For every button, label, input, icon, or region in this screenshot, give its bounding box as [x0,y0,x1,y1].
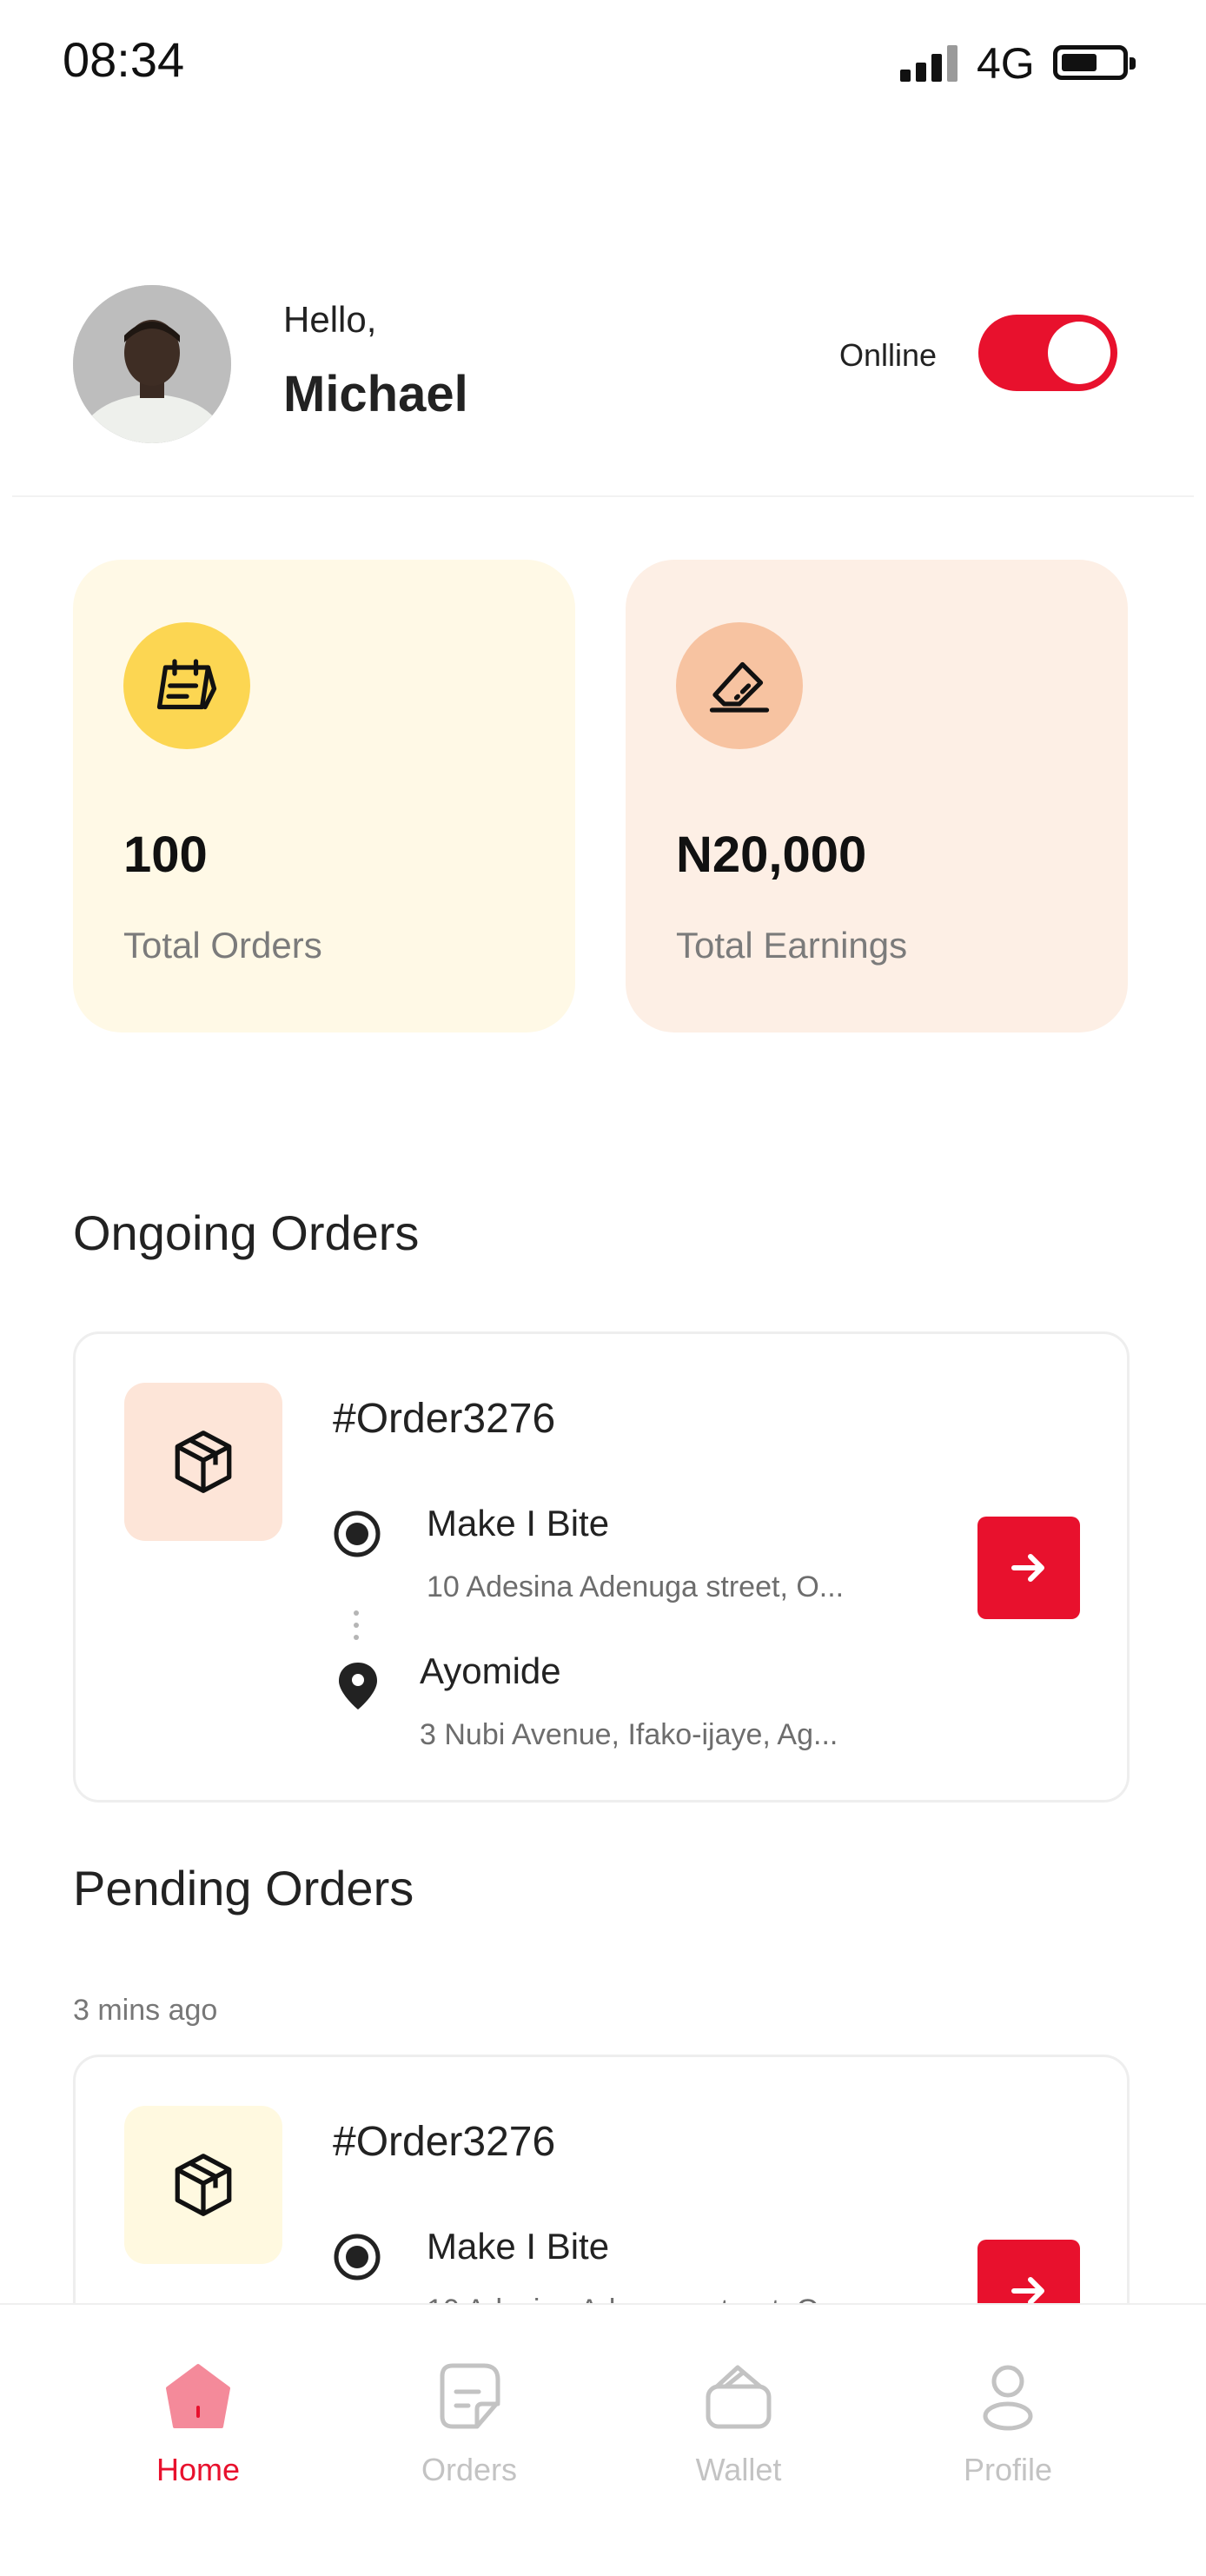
pickup-radio-icon [334,2234,381,2281]
greeting-text: Hello, [283,299,377,340]
total-earnings-value: N20,000 [676,827,867,883]
route-dots [354,1610,361,1647]
nav-orders[interactable]: Orders [382,2357,556,2488]
profile-icon [983,2365,1033,2431]
wallet-icon [706,2365,772,2429]
ongoing-orders-title: Ongoing Orders [73,1205,420,1260]
pickup-name: Make I Bite [427,2226,610,2267]
open-order-button[interactable] [977,1517,1080,1619]
bottom-nav: Home Orders Wallet Profile [0,2303,1206,2576]
network-label: 4G [977,39,1035,88]
location-pin-icon [339,1663,377,1710]
order-id: #Order3276 [333,2119,556,2165]
total-earnings-card[interactable]: N20,000 Total Earnings [626,560,1128,1032]
online-toggle[interactable] [978,315,1117,391]
total-orders-value: 100 [123,827,208,883]
nav-profile-label: Profile [963,2452,1053,2487]
package-icon [124,1383,282,1541]
calendar-note-icon [123,622,250,749]
user-name: Michael [283,366,468,422]
pickup-address: 10 Adesina Adenuga street, O... [427,1570,845,1603]
nav-wallet[interactable]: Wallet [652,2357,825,2488]
package-icon [124,2106,282,2264]
total-orders-card[interactable]: 100 Total Orders [73,560,575,1032]
home-icon [166,2364,230,2428]
total-orders-label: Total Orders [123,925,322,966]
nav-wallet-label: Wallet [695,2452,782,2487]
signal-icon [900,45,959,82]
battery-icon [1053,45,1136,80]
pending-time-ago: 3 mins ago [73,1994,218,2027]
online-label: Onlline [839,337,938,373]
toggle-knob [1048,322,1110,384]
nav-home[interactable]: Home [111,2357,285,2488]
status-time: 08:34 [63,32,185,87]
nav-profile[interactable]: Profile [921,2357,1095,2488]
header-divider [12,495,1194,497]
order-id: #Order3276 [333,1396,556,1442]
pickup-radio-icon [334,1510,381,1557]
dropoff-name: Ayomide [420,1650,561,1691]
nav-orders-label: Orders [421,2452,518,2487]
ongoing-order-card[interactable]: #Order3276 Make I Bite 10 Adesina Adenug… [73,1331,1130,1803]
eraser-wallet-icon [676,622,803,749]
total-earnings-label: Total Earnings [676,925,908,966]
arrow-right-icon [1011,1554,1044,1582]
orders-icon [440,2363,500,2429]
nav-home-label: Home [156,2452,241,2487]
pending-orders-title: Pending Orders [73,1861,414,1915]
dropoff-address: 3 Nubi Avenue, Ifako-ijaye, Ag... [420,1718,838,1751]
avatar[interactable] [73,285,231,443]
pickup-name: Make I Bite [427,1503,610,1544]
